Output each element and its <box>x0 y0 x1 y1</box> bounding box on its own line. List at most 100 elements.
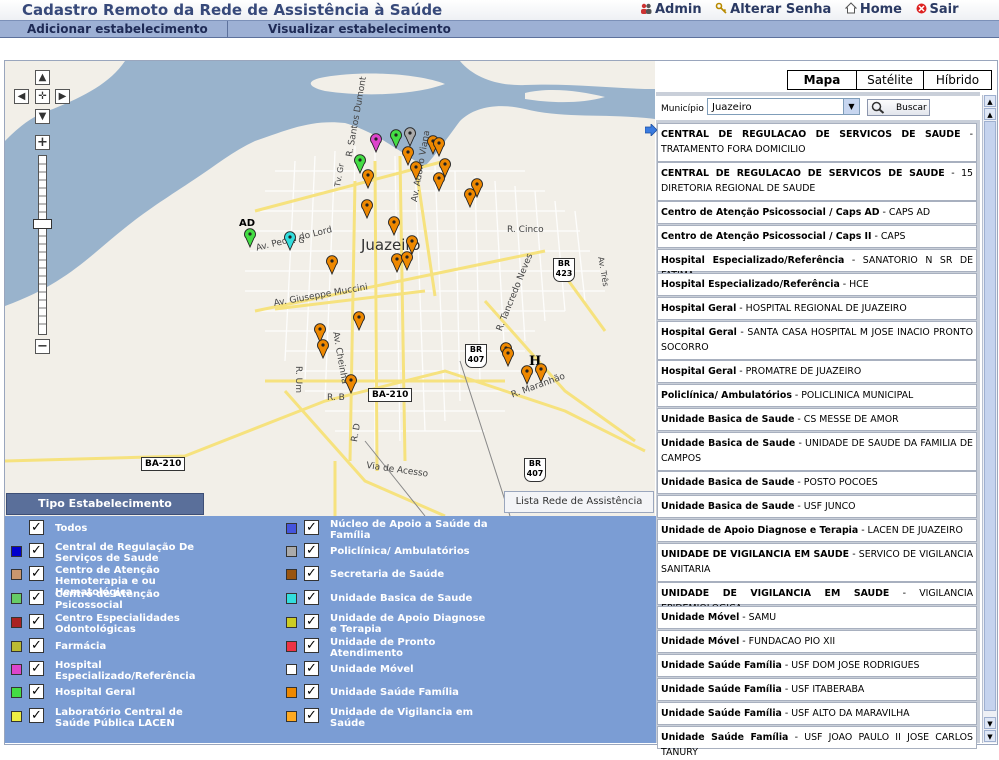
map-marker-icon[interactable] <box>361 169 375 189</box>
legend-checkbox[interactable]: ✓ <box>29 638 44 653</box>
alterar-senha-link[interactable]: Alterar Senha <box>715 2 831 17</box>
list-item[interactable]: CENTRAL DE REGULACAO DE SERVICOS DE SAUD… <box>657 123 977 162</box>
map-marker-icon[interactable] <box>316 339 330 359</box>
list-item-name: - HOSPITAL REGIONAL DE JUAZEIRO <box>736 303 907 314</box>
list-item[interactable]: Hospital Especializado/Referência - HCE <box>657 273 977 296</box>
scroll-up-icon-2[interactable]: ▲ <box>984 108 996 120</box>
map-marker-icon[interactable] <box>352 311 366 331</box>
list-item-category: UNIDADE DE VIGILANCIA EM SAUDE <box>661 549 850 560</box>
legend-checkbox[interactable]: ✓ <box>304 614 319 629</box>
map-marker-icon[interactable] <box>501 347 515 367</box>
list-item[interactable]: Policlínica/ Ambulatórios - POLICLINICA … <box>657 384 977 407</box>
legend-color-swatch <box>286 641 297 652</box>
legend-checkbox[interactable]: ✓ <box>29 708 44 723</box>
legend-checkbox[interactable]: ✓ <box>29 661 44 676</box>
legend-checkbox[interactable]: ✓ <box>304 708 319 723</box>
tab-adicionar[interactable]: Adicionar estabelecimento <box>27 21 208 37</box>
highway-shield-br423: BR 423 <box>553 258 575 282</box>
map-marker-icon[interactable] <box>409 161 423 181</box>
map-marker-icon[interactable] <box>403 127 417 147</box>
list-item[interactable]: Centro de Atenção Psicossocial / Caps AD… <box>657 201 977 224</box>
list-item[interactable]: Unidade Saúde Família - USF ALTO DA MARA… <box>657 702 977 725</box>
legend-checkbox[interactable]: ✓ <box>29 566 44 581</box>
list-item[interactable]: Unidade de Apoio Diagnose e Terapia - LA… <box>657 519 977 542</box>
map-marker-icon[interactable] <box>400 251 414 271</box>
map-marker-icon[interactable] <box>344 374 358 394</box>
map-marker-icon[interactable] <box>432 137 446 157</box>
scroll-thumb[interactable] <box>984 121 996 711</box>
legend-checkbox[interactable]: ✓ <box>304 520 319 535</box>
list-item[interactable]: Unidade Saúde Família - USF ITABERABA <box>657 678 977 701</box>
sair-link[interactable]: Sair <box>916 2 959 17</box>
chevron-down-icon[interactable]: ▼ <box>843 99 859 114</box>
tipo-estabelecimento-tab[interactable]: Tipo Estabelecimento <box>6 493 204 515</box>
list-item[interactable]: CENTRAL DE REGULACAO DE SERVICOS DE SAUD… <box>657 162 977 201</box>
pan-left-button[interactable]: ◀ <box>14 89 29 104</box>
map-marker-icon[interactable] <box>520 365 534 385</box>
list-item[interactable]: Unidade Saúde Família - USF JOAO PAULO I… <box>657 726 977 758</box>
list-item[interactable]: Unidade Basica de Saude - CS MESSE DE AM… <box>657 408 977 431</box>
map-marker-icon[interactable] <box>325 255 339 275</box>
list-item[interactable]: Hospital Geral - PROMATRE DE JUAZEIRO <box>657 360 977 383</box>
admin-label: Admin <box>655 2 702 17</box>
list-item-name: - HCE <box>839 279 869 290</box>
legend-checkbox[interactable]: ✓ <box>304 684 319 699</box>
legend-checkbox[interactable]: ✓ <box>304 590 319 605</box>
list-item[interactable]: Unidade Saúde Família - USF DOM JOSE ROD… <box>657 654 977 677</box>
legend-label: Centro de Atenção Psicossocial <box>55 589 160 611</box>
zoom-out-button[interactable]: − <box>35 339 50 354</box>
map-marker-icon[interactable] <box>534 363 548 383</box>
list-item[interactable]: Unidade Móvel - SAMU <box>657 606 977 629</box>
map-canvas[interactable]: Juazeiro R. Santos Dumont Av. Adolfo Via… <box>5 61 655 516</box>
legend-checkbox[interactable]: ✓ <box>304 638 319 653</box>
map-label-r-b: R. B <box>327 393 345 403</box>
zoom-slider-track[interactable] <box>38 155 47 335</box>
list-item[interactable]: Unidade Móvel - FUNDACAO PIO XII <box>657 630 977 653</box>
legend-checkbox[interactable]: ✓ <box>29 520 44 535</box>
map-marker-icon[interactable] <box>432 172 446 192</box>
list-item[interactable]: Unidade Basica de Saude - USF JUNCO <box>657 495 977 518</box>
list-item[interactable]: Centro de Atenção Psicossocial / Caps II… <box>657 225 977 248</box>
list-item[interactable]: UNIDADE DE VIGILANCIA EM SAUDE - VIGILAN… <box>657 582 977 614</box>
map-type-satelite[interactable]: Satélite <box>856 70 924 90</box>
tab-visualizar[interactable]: Visualizar estabelecimento <box>268 21 451 37</box>
map-marker-icon[interactable] <box>463 188 477 208</box>
legend-checkbox[interactable]: ✓ <box>304 661 319 676</box>
scroll-down-icon[interactable]: ▼ <box>984 717 996 729</box>
list-item[interactable]: UNIDADE DE VIGILANCIA EM SAUDE - SERVICO… <box>657 543 977 582</box>
list-item-category: Hospital Especializado/Referência <box>661 279 840 290</box>
home-link[interactable]: Home <box>844 2 902 17</box>
map-type-mapa[interactable]: Mapa <box>787 70 857 90</box>
list-scrollbar[interactable]: ▲ ▲ ▼ ▼ <box>982 95 997 743</box>
map-type-hibrido[interactable]: Híbrido <box>923 70 992 90</box>
pan-right-button[interactable]: ▶ <box>55 89 70 104</box>
legend-checkbox[interactable]: ✓ <box>304 543 319 558</box>
pan-up-button[interactable]: ▲ <box>35 70 50 85</box>
list-item[interactable]: Unidade Basica de Saude - UNIDADE DE SAU… <box>657 432 977 471</box>
map-marker-icon[interactable] <box>283 231 297 251</box>
legend-checkbox[interactable]: ✓ <box>29 590 44 605</box>
map-marker-icon[interactable] <box>387 216 401 236</box>
buscar-button[interactable]: Buscar <box>867 99 930 116</box>
admin-link[interactable]: Admin <box>640 2 702 17</box>
list-item[interactable]: Unidade Basica de Saude - POSTO POCOES <box>657 471 977 494</box>
scroll-up-icon[interactable]: ▲ <box>984 95 996 107</box>
municipio-select[interactable]: Juazeiro ▼ <box>707 98 860 115</box>
pan-down-button[interactable]: ▼ <box>35 109 50 124</box>
legend-checkbox[interactable]: ✓ <box>29 684 44 699</box>
scroll-down-icon-2[interactable]: ▼ <box>984 730 996 742</box>
legend-checkbox[interactable]: ✓ <box>29 614 44 629</box>
map-marker-icon[interactable] <box>243 228 257 248</box>
list-item[interactable]: Hospital Geral - SANTA CASA HOSPITAL M J… <box>657 321 977 360</box>
legend-checkbox[interactable]: ✓ <box>29 543 44 558</box>
zoom-slider-handle[interactable] <box>33 219 52 229</box>
map-marker-icon[interactable] <box>360 199 374 219</box>
lista-rede-tab[interactable]: Lista Rede de Assistência <box>504 491 654 513</box>
map-marker-icon[interactable] <box>369 133 383 153</box>
zoom-in-button[interactable]: + <box>35 135 50 150</box>
legend-color-swatch <box>11 593 22 604</box>
list-item[interactable]: Hospital Geral - HOSPITAL REGIONAL DE JU… <box>657 297 977 320</box>
legend-checkbox[interactable]: ✓ <box>304 566 319 581</box>
list-item[interactable]: Hospital Especializado/Referência - SANA… <box>657 249 977 281</box>
pan-center-button[interactable]: ✛ <box>35 89 50 104</box>
